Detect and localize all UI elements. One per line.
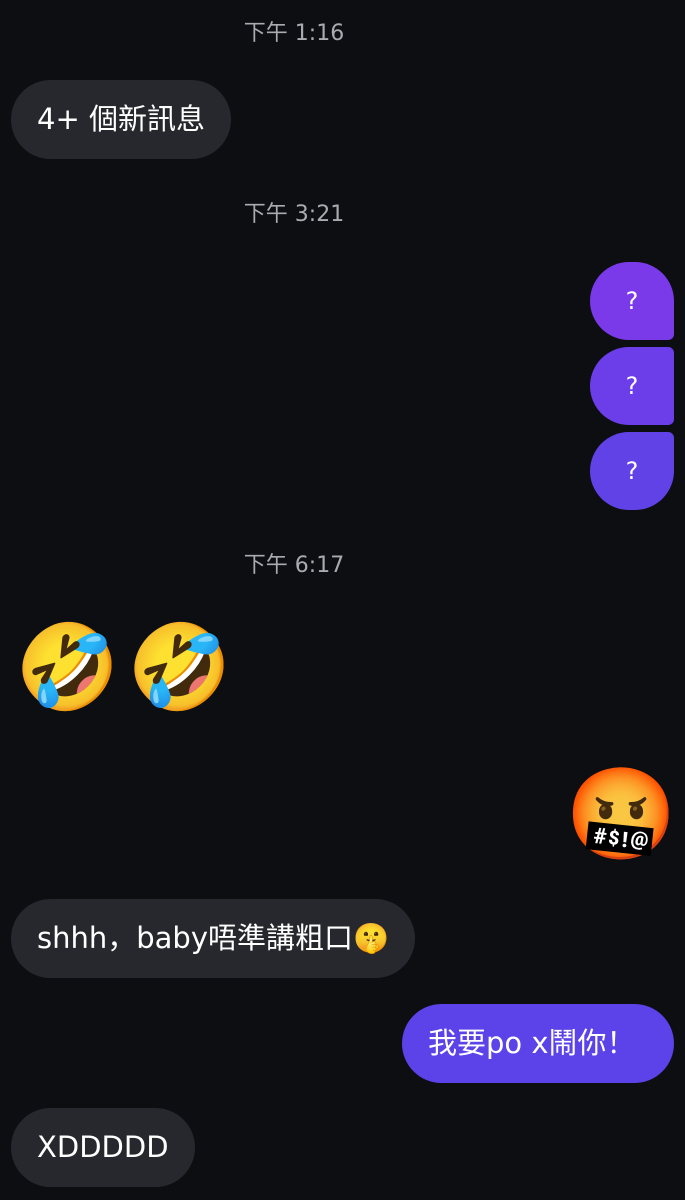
timestamp: 下午 6:17 (243, 553, 345, 578)
message-text: shhh，baby唔準講粗口🤫 (37, 921, 390, 955)
outgoing-message-bubble[interactable]: ? (590, 262, 674, 340)
message-text: ? (625, 287, 639, 315)
face-with-symbols-on-mouth-icon[interactable]: 🤬 (565, 770, 677, 860)
chat-screen: { "chat": { "timestamps": ["下午 1:16", "下… (0, 0, 685, 1200)
message-text: ? (625, 372, 639, 400)
outgoing-message-bubble[interactable]: 我要po x鬧你！ (402, 1004, 674, 1083)
incoming-message-bubble[interactable]: XDDDDD (11, 1108, 195, 1187)
message-text: XDDDDD (37, 1130, 169, 1164)
timestamp: 下午 1:16 (243, 21, 345, 46)
rolling-on-the-floor-laughing-icon[interactable]: 🤣 (15, 625, 120, 709)
timestamp: 下午 3:21 (243, 202, 345, 227)
outgoing-message-bubble[interactable]: ? (590, 347, 674, 425)
new-messages-bubble[interactable]: 4+ 個新訊息 (11, 80, 231, 159)
message-text: ? (625, 457, 639, 485)
incoming-message-bubble[interactable]: shhh，baby唔準講粗口🤫 (11, 899, 416, 978)
outgoing-message-bubble[interactable]: ? (590, 432, 674, 510)
rolling-on-the-floor-laughing-icon[interactable]: 🤣 (127, 625, 232, 709)
message-text: 我要po x鬧你！ (428, 1026, 636, 1060)
new-messages-label: 4+ 個新訊息 (37, 102, 205, 136)
